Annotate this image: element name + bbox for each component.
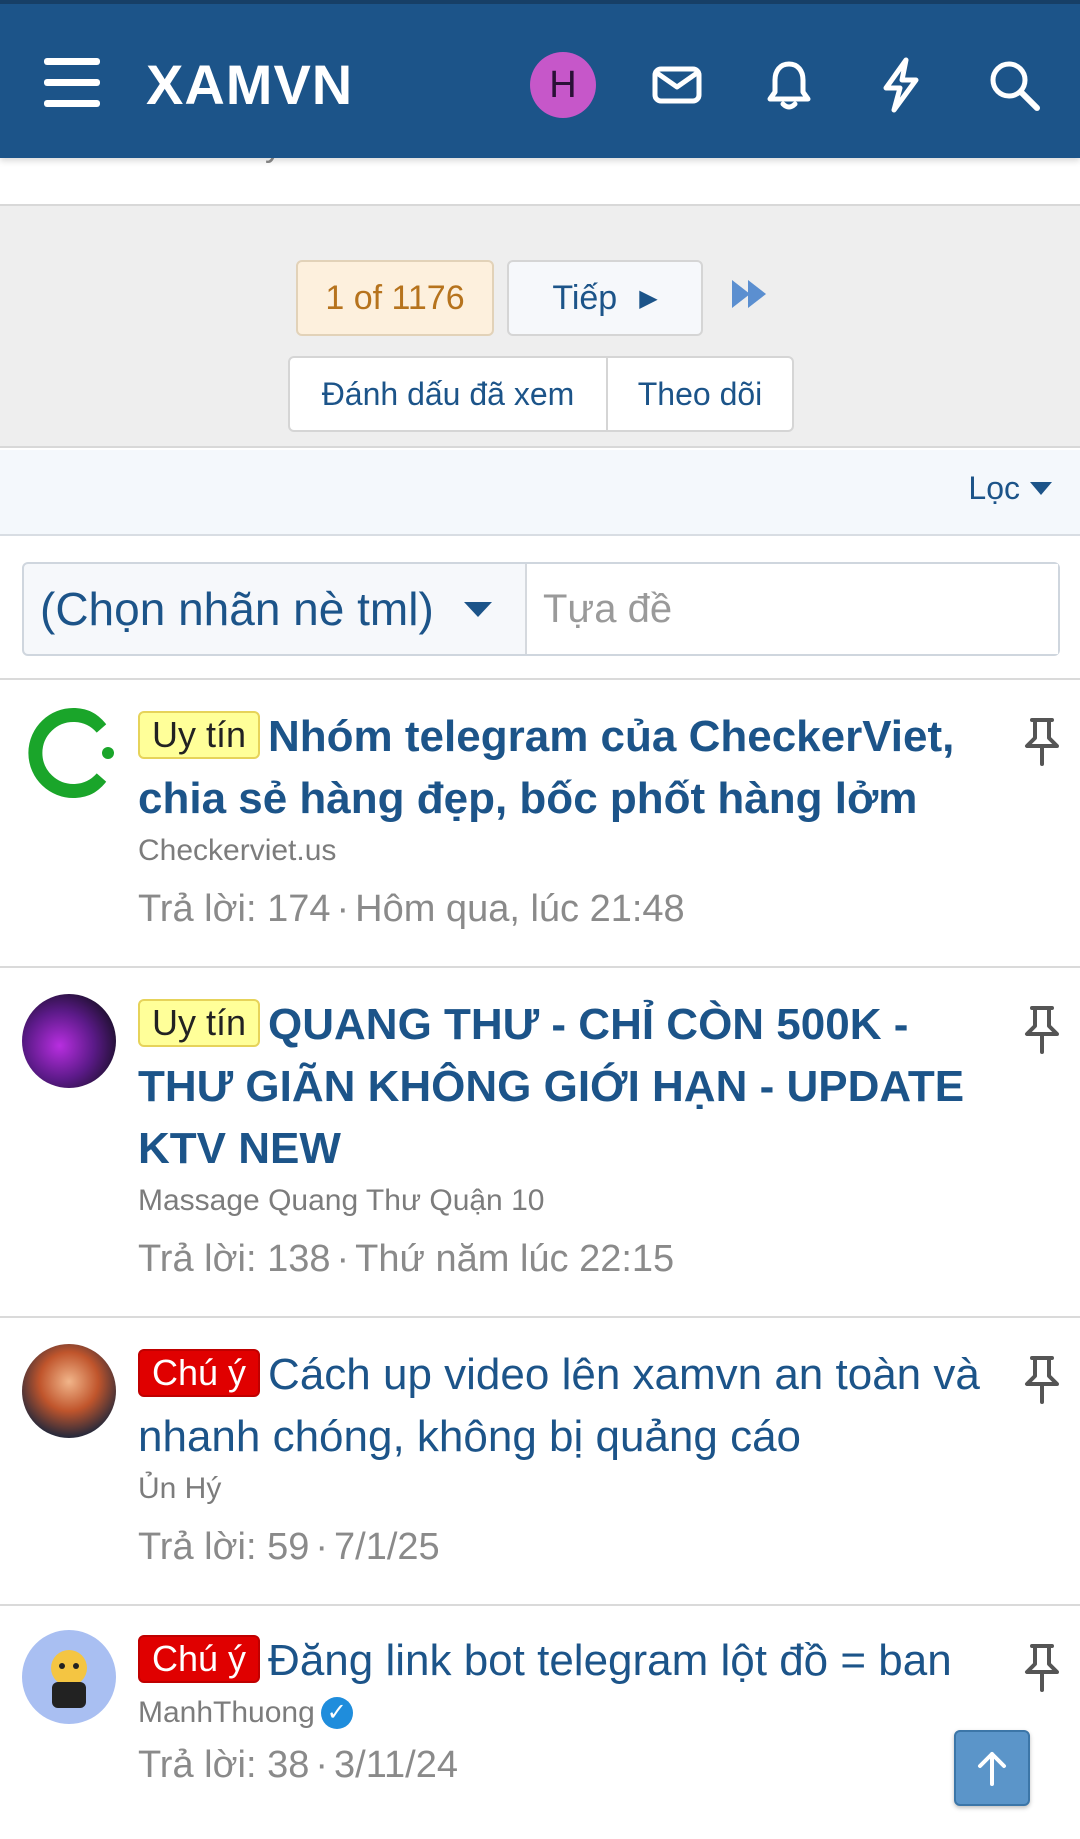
scroll-to-top-button[interactable] — [954, 1730, 1030, 1806]
envelope-icon[interactable] — [648, 56, 706, 114]
avatar[interactable] — [22, 1630, 116, 1724]
avatar[interactable] — [22, 706, 116, 800]
thread-title-text[interactable]: Đăng link bot telegram lột đồ = ban — [268, 1636, 952, 1685]
caret-down-icon — [463, 601, 492, 617]
thread-prefix-label[interactable]: Chú ý — [138, 1635, 261, 1683]
filter-bar: Lọc — [0, 450, 1080, 536]
top-navbar: XAMVN H — [0, 0, 1080, 158]
filter-button[interactable]: Lọc — [968, 470, 1052, 507]
replies-label: Trả lời: — [138, 1238, 257, 1280]
reply-count: 59 — [267, 1526, 310, 1568]
search-icon[interactable] — [985, 56, 1043, 114]
caret-down-icon — [1030, 482, 1052, 495]
prefix-select-value: (Chọn nhãn nè tml) — [40, 583, 434, 635]
pin-icon — [1022, 1004, 1062, 1056]
thread-meta: Trả lời: 59 · 7/1/25 — [138, 1526, 440, 1568]
filter-label: Lọc — [968, 470, 1020, 506]
thread-prefix-label[interactable]: Chú ý — [138, 1349, 261, 1397]
verified-badge-icon: ✓ — [320, 1697, 353, 1729]
thread-meta: Trả lời: 138 · Thứ năm lúc 22:15 — [138, 1238, 675, 1280]
thread-prefix-label[interactable]: Uy tín — [138, 711, 261, 759]
thread-title[interactable]: Uy tín QUANG THƯ - CHỈ CÒN 500K - THƯ GIÃ… — [138, 994, 990, 1180]
thread-content: Chú ý Cách up video lên xamvn an toàn và … — [138, 1344, 990, 1569]
last-post-date[interactable]: Hôm qua, lúc 21:48 — [355, 888, 685, 930]
last-page-icon[interactable] — [730, 276, 770, 312]
last-post-date[interactable]: 3/11/24 — [334, 1744, 458, 1786]
thread-author[interactable]: ManhThuong ✓ — [138, 1696, 990, 1730]
replies-label: Trả lời: — [138, 1744, 257, 1786]
thread-item[interactable]: Uy tín QUANG THƯ - CHỈ CÒN 500K - THƯ GIÃ… — [0, 966, 1080, 1316]
avatar[interactable] — [22, 1344, 116, 1438]
user-avatar[interactable]: H — [530, 52, 596, 118]
next-page-button[interactable]: Tiếp ▶ — [507, 260, 703, 336]
mark-read-button[interactable]: Đánh dấu đã xem — [290, 358, 608, 430]
replies-label: Trả lời: — [138, 1526, 257, 1568]
hamburger-menu-icon[interactable] — [44, 58, 100, 108]
avatar[interactable] — [22, 994, 116, 1088]
forum-page: Hôm nay lúc 12:43 · sevens XAMVN H 1 of … — [0, 0, 1080, 1839]
thread-title[interactable]: Chú ý Cách up video lên xamvn an toàn và … — [138, 1344, 990, 1468]
replies-label: Trả lời: — [138, 888, 257, 930]
thread-item[interactable]: Uy tín Nhóm telegram của CheckerViet, chi… — [0, 678, 1080, 968]
prefix-select[interactable]: (Chọn nhãn nè tml) — [24, 564, 527, 654]
thread-title-text[interactable]: Nhóm telegram của CheckerViet, chia sẻ h… — [138, 712, 954, 823]
thread-prefix-label[interactable]: Uy tín — [138, 999, 261, 1047]
caret-right-icon: ▶ — [639, 284, 658, 312]
quick-thread-filter: (Chọn nhãn nè tml) — [22, 562, 1060, 656]
pin-icon — [1022, 1642, 1062, 1694]
lightning-icon[interactable] — [872, 56, 930, 114]
thread-title-text[interactable]: QUANG THƯ - CHỈ CÒN 500K - THƯ GIÃN KHÔN… — [138, 1000, 964, 1173]
title-input[interactable] — [527, 564, 1058, 654]
next-page-label: Tiếp — [552, 278, 618, 317]
last-post-date[interactable]: Thứ năm lúc 22:15 — [355, 1238, 674, 1280]
thread-title[interactable]: Uy tín Nhóm telegram của CheckerViet, chi… — [138, 706, 990, 830]
thread-item[interactable]: Chú ý Cách up video lên xamvn an toàn và … — [0, 1316, 1080, 1606]
forum-actions: Đánh dấu đã xem Theo dõi — [288, 356, 794, 432]
thread-content: Uy tín Nhóm telegram của CheckerViet, chi… — [138, 706, 990, 931]
pagination-area: 1 of 1176 Tiếp ▶ Đánh dấu đã xem Theo dõ… — [0, 204, 1080, 448]
thread-meta: Trả lời: 174 · Hôm qua, lúc 21:48 — [138, 888, 685, 930]
thread-title[interactable]: Chú ý Đăng link bot telegram lột đồ = ban — [138, 1630, 990, 1692]
thread-content: Uy tín QUANG THƯ - CHỈ CÒN 500K - THƯ GIÃ… — [138, 994, 990, 1281]
reply-count: 38 — [267, 1744, 310, 1786]
arrow-up-icon — [978, 1752, 1006, 1786]
reply-count: 174 — [267, 888, 331, 930]
thread-content: Chú ý Đăng link bot telegram lột đồ = ban… — [138, 1630, 990, 1787]
thread-meta: Trả lời: 38 · 3/11/24 — [138, 1744, 458, 1786]
follow-button[interactable]: Theo dõi — [608, 358, 792, 430]
thread-author[interactable]: Checkerviet.us — [138, 834, 990, 868]
thread-item[interactable]: Chú ý Đăng link bot telegram lột đồ = ban… — [0, 1604, 1080, 1839]
reply-count: 138 — [267, 1238, 331, 1280]
page-jump-button[interactable]: 1 of 1176 — [296, 260, 494, 336]
bell-icon[interactable] — [760, 56, 818, 114]
thread-title-text[interactable]: Cách up video lên xamvn an toàn và nhanh… — [138, 1350, 980, 1461]
author-name[interactable]: ManhThuong — [138, 1696, 315, 1730]
thread-author[interactable]: Ủn Hý — [138, 1472, 990, 1506]
site-logo[interactable]: XAMVN — [146, 52, 353, 117]
pin-icon — [1022, 1354, 1062, 1406]
pin-icon — [1022, 716, 1062, 768]
last-post-date[interactable]: 7/1/25 — [334, 1526, 440, 1568]
thread-author[interactable]: Massage Quang Thư Quận 10 — [138, 1184, 990, 1218]
